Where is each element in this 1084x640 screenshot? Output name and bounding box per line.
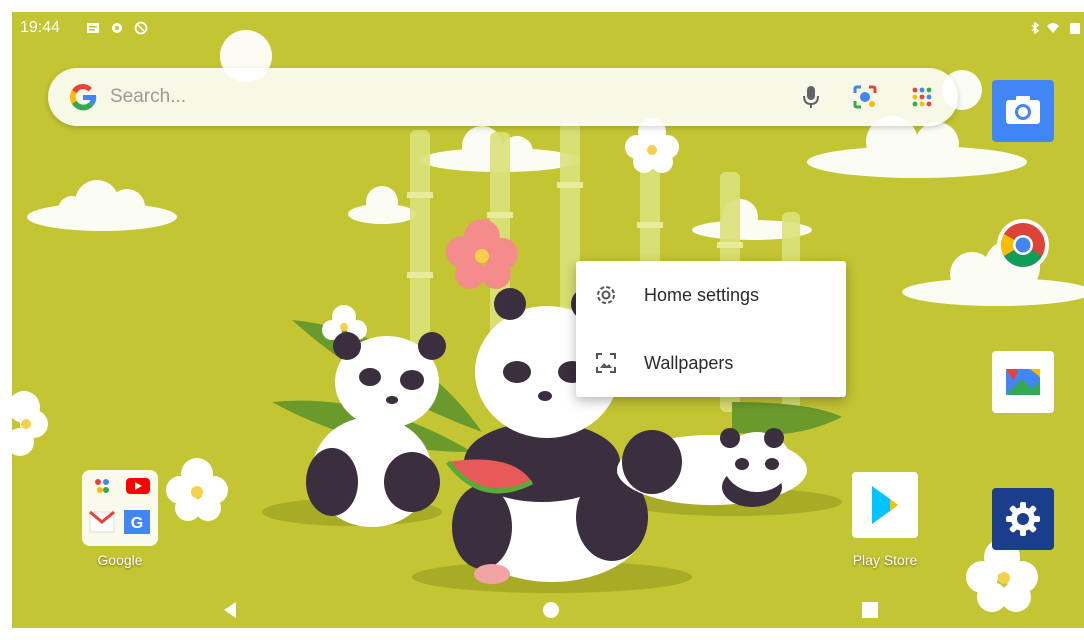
settings-icon bbox=[1006, 502, 1040, 536]
menu-item-home-settings[interactable]: Home settings bbox=[576, 261, 846, 329]
home-context-menu: Home settings Wallpapers bbox=[576, 261, 846, 397]
wifi-icon bbox=[1047, 23, 1059, 33]
message-icon bbox=[87, 23, 99, 33]
play-store-label: Play Store bbox=[852, 552, 918, 568]
camera-icon bbox=[1006, 96, 1040, 124]
files-icon bbox=[1006, 369, 1040, 395]
lens-icon[interactable] bbox=[851, 83, 879, 111]
mic-icon[interactable] bbox=[798, 83, 824, 111]
home-button[interactable] bbox=[541, 600, 561, 620]
camera-app-icon[interactable] bbox=[992, 80, 1054, 142]
play-store-app[interactable] bbox=[852, 472, 918, 538]
gear-icon bbox=[597, 286, 615, 304]
menu-item-wallpapers[interactable]: Wallpapers bbox=[576, 329, 846, 397]
back-button[interactable] bbox=[220, 600, 240, 620]
google-logo-icon bbox=[69, 83, 97, 111]
google-search-bar[interactable]: Search... bbox=[48, 68, 958, 126]
bluetooth-icon bbox=[1031, 21, 1040, 35]
home-screen: 19:44 Search... G Google Play Store Home… bbox=[12, 12, 1084, 628]
chrome-app-icon[interactable] bbox=[992, 214, 1054, 276]
recents-button[interactable] bbox=[860, 600, 880, 620]
google-folder[interactable]: G bbox=[82, 470, 158, 546]
battery-icon bbox=[1070, 23, 1080, 34]
status-bar: 19:44 bbox=[12, 12, 1084, 46]
play-store-icon bbox=[872, 486, 898, 524]
settings-app-icon[interactable] bbox=[992, 488, 1054, 550]
navigation-bar bbox=[12, 592, 1084, 628]
chrome-icon bbox=[997, 219, 1049, 271]
apps-grid-icon[interactable] bbox=[908, 83, 936, 111]
files-app-icon[interactable] bbox=[992, 351, 1054, 413]
settings-icon bbox=[112, 23, 122, 33]
status-time: 19:44 bbox=[20, 19, 61, 36]
vpn-icon bbox=[134, 21, 148, 35]
wallpaper-icon bbox=[596, 353, 616, 373]
menu-item-label: Home settings bbox=[644, 285, 760, 305]
menu-item-label: Wallpapers bbox=[644, 353, 734, 373]
search-input[interactable]: Search... bbox=[110, 86, 186, 108]
google-folder-label: Google bbox=[97, 552, 143, 568]
svg-text:G: G bbox=[131, 515, 143, 532]
google-apps-folder-icon: G bbox=[89, 478, 150, 534]
